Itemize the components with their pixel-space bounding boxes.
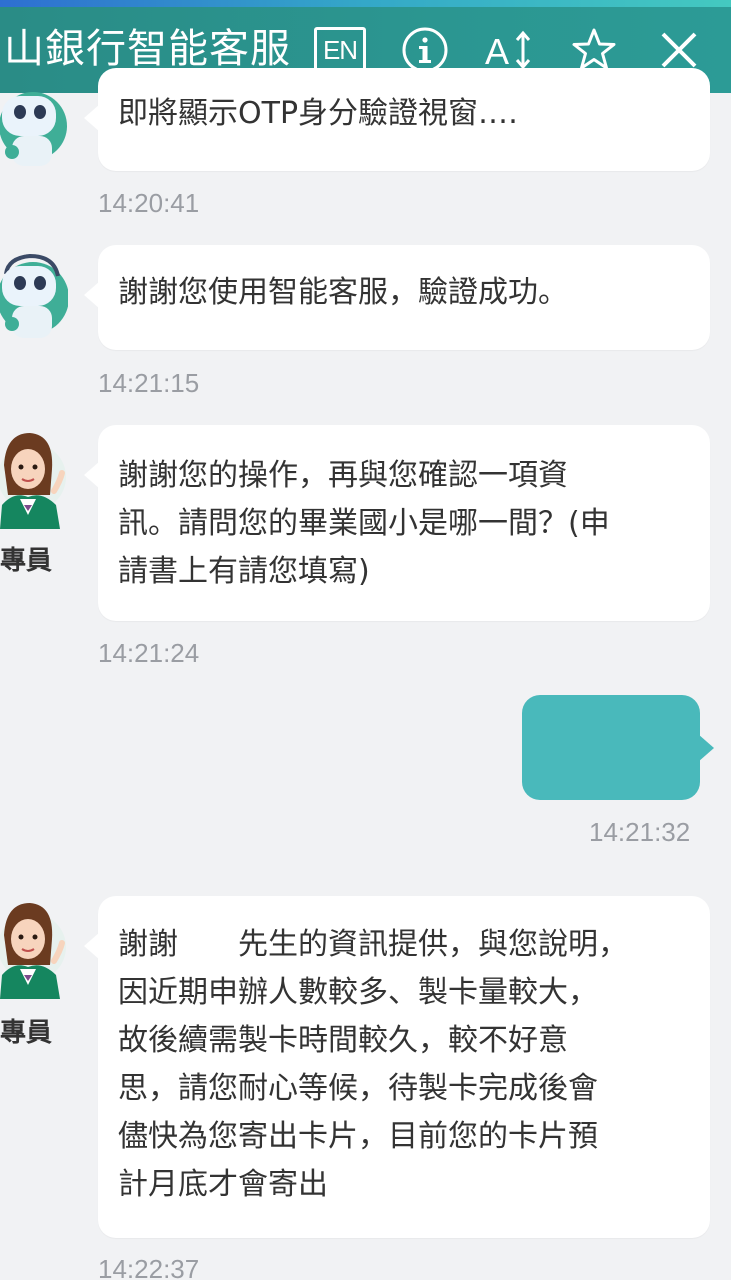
message-time: 14:21:32: [589, 817, 691, 847]
message-time: 14:20:41: [98, 188, 200, 218]
page-title: 山銀行智能客服: [4, 26, 291, 72]
message-line: 請書上有請您填寫): [118, 554, 370, 589]
message-time: 14:21:24: [98, 638, 200, 668]
bot-avatar: [0, 78, 67, 170]
message-line: 訊。請問您的畢業國小是哪一間？(申: [118, 506, 610, 541]
message-time: 14:21:15: [98, 368, 200, 398]
message-line: 故後續需製卡時間較久，較不好意: [118, 1023, 568, 1058]
message-line: 謝謝 先生的資訊提供，與您說明，: [118, 927, 628, 962]
agent-label: 專員: [0, 1018, 53, 1048]
message-text: 即將顯示OTP身分驗證視窗‥‥: [118, 96, 519, 131]
message-line: 因近期申辦人數較多、製卡量較大，: [118, 975, 598, 1010]
top-accent-bar: [0, 0, 731, 7]
svg-text:A: A: [485, 31, 509, 72]
language-en-button[interactable]: EN: [314, 27, 366, 73]
message-time: 14:22:37: [98, 1254, 200, 1280]
agent-label: 專員: [0, 546, 53, 576]
message-line: 計月底才會寄出: [118, 1167, 328, 1202]
agent-avatar: [0, 895, 66, 999]
bot-message-bubble: 謝謝您使用智能客服，驗證成功。: [84, 245, 710, 350]
user-message-bubble: [522, 695, 714, 800]
agent-message-bubble: 謝謝您的操作，再與您確認一項資 訊。請問您的畢業國小是哪一間？(申 請書上有請您…: [84, 425, 710, 621]
bot-avatar: [0, 246, 69, 338]
agent-avatar: [0, 425, 66, 529]
message-text: 謝謝您使用智能客服，驗證成功。: [118, 275, 568, 310]
message-line: 謝謝您的操作，再與您確認一項資: [118, 458, 568, 493]
agent-message-bubble: 謝謝 先生的資訊提供，與您說明， 因近期申辦人數較多、製卡量較大， 故後續需製卡…: [84, 896, 710, 1238]
bot-message-bubble: 即將顯示OTP身分驗證視窗‥‥: [84, 68, 710, 171]
message-line: 思，請您耐心等候，待製卡完成後會: [118, 1071, 598, 1106]
message-line: 儘快為您寄出卡片，目前您的卡片預: [118, 1119, 598, 1154]
